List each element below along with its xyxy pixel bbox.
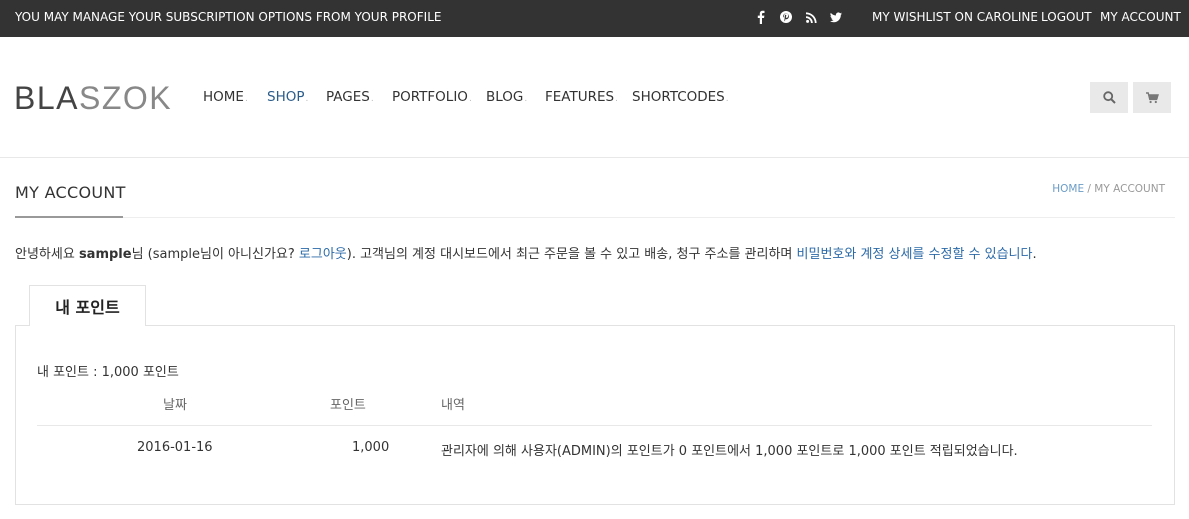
breadcrumb-home-link[interactable]: HOME — [1052, 183, 1084, 195]
nav-blog[interactable]: BLOG. — [486, 89, 527, 105]
account-greeting: 안녕하세요 sample님 (sample님이 아니신가요? 로그아웃). 고객… — [15, 243, 1037, 262]
nav-pages[interactable]: PAGES. — [326, 89, 374, 105]
cart-button[interactable] — [1133, 82, 1171, 113]
twitter-icon[interactable] — [830, 9, 842, 25]
column-header-points: 포인트 — [330, 398, 366, 413]
search-icon — [1102, 91, 1116, 104]
greeting-username: sample — [78, 247, 132, 262]
nav-features[interactable]: FEATURES. — [545, 89, 618, 105]
title-divider — [15, 217, 1175, 218]
greeting-logout-link[interactable]: 로그아웃 — [299, 247, 347, 262]
nav-label: PORTFOLIO — [392, 89, 468, 105]
site-logo[interactable]: BLASZOK — [14, 80, 172, 117]
nav-home[interactable]: HOME. — [203, 89, 248, 105]
nav-label: BLOG — [486, 89, 524, 105]
facebook-icon[interactable] — [755, 9, 767, 25]
column-header-history: 내역 — [441, 398, 465, 413]
nav-shortcodes[interactable]: SHORTCODES. — [632, 89, 729, 105]
nav-label: FEATURES — [545, 89, 615, 105]
page-title: MY ACCOUNT — [15, 183, 126, 202]
greeting-end: . — [1032, 247, 1037, 262]
title-underline — [15, 216, 123, 218]
nav-label: SHOP — [267, 89, 305, 105]
wishlist-link[interactable]: MY WISHLIST ON CAROLINE — [872, 10, 1038, 24]
greeting-hello: 안녕하세요 — [15, 247, 79, 262]
logo-part-2: SZOK — [78, 80, 173, 116]
points-panel — [15, 325, 1175, 505]
points-summary: 내 포인트 : 1,000 포인트 — [37, 365, 179, 380]
table-header-divider — [37, 425, 1152, 426]
subscription-promo-text: YOU MAY MANAGE YOUR SUBSCRIPTION OPTIONS… — [15, 10, 442, 24]
row-history: 관리자에 의해 사용자(ADMIN)의 포인트가 0 포인트에서 1,000 포… — [441, 444, 1018, 459]
column-header-date: 날짜 — [163, 398, 187, 413]
breadcrumb-current: MY ACCOUNT — [1094, 183, 1165, 195]
greeting-after-name: 님 (sample님이 아니신가요? — [131, 247, 299, 262]
search-button[interactable] — [1090, 82, 1128, 113]
header-divider — [0, 157, 1189, 158]
cart-icon — [1145, 91, 1159, 103]
nav-shop[interactable]: SHOP. — [267, 89, 308, 105]
edit-account-link[interactable]: 비밀번호와 계정 상세를 수정할 수 있습니다 — [797, 247, 1033, 262]
rss-icon[interactable] — [805, 9, 817, 25]
nav-portfolio[interactable]: PORTFOLIO. — [392, 89, 472, 105]
nav-label: HOME — [203, 89, 244, 105]
tab-my-points[interactable]: 내 포인트 — [29, 285, 146, 326]
nav-label: SHORTCODES — [632, 89, 725, 105]
logo-part-1: BLA — [14, 80, 79, 116]
social-links — [755, 9, 842, 25]
my-account-link[interactable]: MY ACCOUNT — [1100, 10, 1181, 24]
breadcrumb: HOME / MY ACCOUNT — [1052, 183, 1165, 195]
greeting-middle: ). 고객님의 계정 대시보드에서 최근 주문을 볼 수 있고 배송, 청구 주… — [346, 247, 797, 262]
row-date: 2016-01-16 — [137, 440, 213, 455]
logout-link[interactable]: LOGOUT — [1041, 10, 1092, 24]
top-bar: YOU MAY MANAGE YOUR SUBSCRIPTION OPTIONS… — [0, 0, 1189, 37]
nav-label: PAGES — [326, 89, 370, 105]
row-points: 1,000 — [352, 440, 390, 455]
pinterest-icon[interactable] — [780, 9, 792, 25]
breadcrumb-separator: / — [1084, 183, 1095, 195]
